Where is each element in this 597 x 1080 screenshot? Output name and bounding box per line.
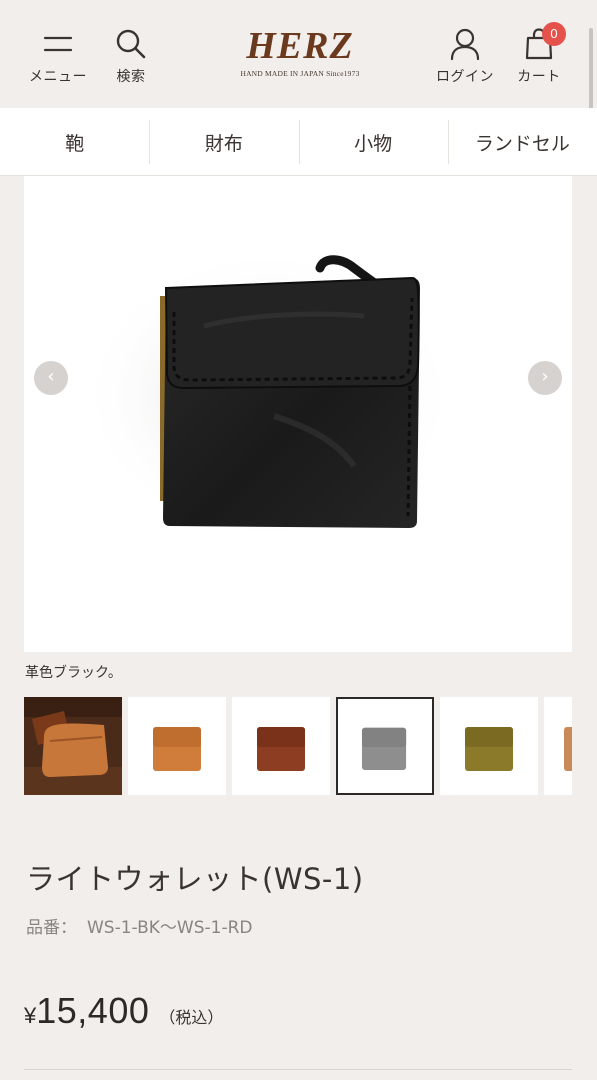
- thumbnail-image: [24, 697, 122, 795]
- category-bags[interactable]: 鞄: [0, 108, 149, 176]
- gallery-next-button[interactable]: ›: [528, 361, 562, 395]
- sku-value: WS-1-BK〜WS-1-RD: [87, 918, 253, 938]
- wallet-photo: [24, 176, 572, 652]
- product-title: ライトウォレット(WS-1): [26, 862, 364, 896]
- site-header: メニュー 検索 HERZ HAND MADE IN JAPAN Since197…: [0, 0, 597, 128]
- thumbnail-image: [232, 697, 330, 795]
- category-wallets[interactable]: 財布: [149, 108, 298, 176]
- category-nav: 鞄 財布 小物 ランドセル: [0, 108, 597, 176]
- price-currency: ¥: [24, 1003, 37, 1028]
- product-price: ¥15,400 （税込）: [24, 990, 223, 1032]
- herz-logo[interactable]: HERZ HAND MADE IN JAPAN Since1973: [230, 26, 370, 78]
- thumbnail-image: [128, 697, 226, 795]
- thumbnail-image: [440, 697, 538, 795]
- thumbnail-image: [338, 699, 432, 793]
- cart-label: カート: [517, 69, 561, 85]
- user-icon: [432, 24, 498, 64]
- hamburger-icon: [26, 24, 90, 64]
- login-label: ログイン: [436, 69, 494, 85]
- menu-button[interactable]: メニュー: [26, 24, 90, 86]
- sku-label: 品番：: [26, 918, 77, 938]
- thumbnail-red-brown[interactable]: [232, 697, 330, 795]
- thumbnail-olive[interactable]: [440, 697, 538, 795]
- logo-wordmark: HERZ: [246, 25, 354, 67]
- price-tax-note: （税込）: [159, 1008, 224, 1027]
- price-amount: 15,400: [36, 990, 150, 1031]
- thumbnail-strip: [24, 697, 572, 795]
- category-accessories[interactable]: 小物: [298, 108, 448, 176]
- search-button[interactable]: 検索: [106, 24, 156, 86]
- cart-count-badge: 0: [542, 22, 566, 46]
- thumbnail-image: [544, 697, 572, 795]
- search-label: 検索: [116, 69, 146, 85]
- gallery-prev-button[interactable]: ‹: [34, 361, 68, 395]
- search-icon: [106, 24, 156, 64]
- image-caption: 革色ブラック。: [25, 665, 122, 681]
- thumbnail-grey-selected[interactable]: [336, 697, 434, 795]
- product-sku: 品番： WS-1-BK〜WS-1-RD: [26, 913, 262, 938]
- menu-label: メニュー: [29, 69, 87, 85]
- logo-tagline: HAND MADE IN JAPAN Since1973: [240, 69, 360, 78]
- thumbnail-camel[interactable]: [128, 697, 226, 795]
- thumbnail-partial[interactable]: [544, 697, 572, 795]
- cart-button[interactable]: カート 0: [512, 22, 566, 86]
- login-button[interactable]: ログイン: [432, 24, 498, 86]
- section-divider: [24, 1069, 572, 1070]
- main-product-image[interactable]: [24, 176, 572, 652]
- thumbnail-lifestyle[interactable]: [24, 697, 122, 795]
- category-randoseru[interactable]: ランドセル: [447, 108, 597, 176]
